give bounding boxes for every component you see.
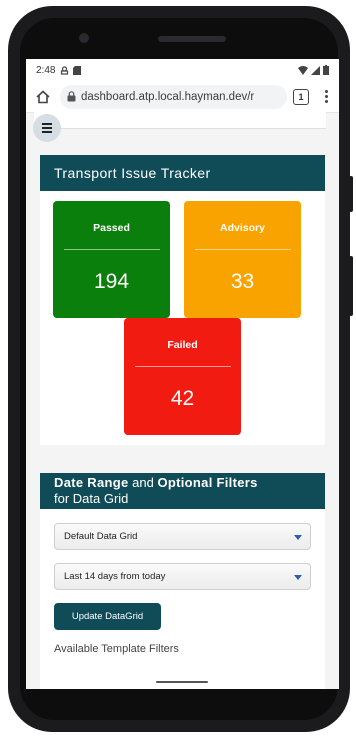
data-grid-select-value: Default Data Grid [64,531,138,542]
volume-button [349,176,353,212]
advisory-card[interactable]: Advisory 33 [184,201,301,318]
top-card [34,109,326,129]
hamburger-menu-icon[interactable] [33,114,61,142]
failed-card[interactable]: Failed 42 [124,318,241,435]
notification-icon [61,65,69,75]
address-bar[interactable]: dashboard.atp.local.hayman.dev/r [60,84,287,109]
tracker-title: Transport Issue Tracker [40,155,325,191]
gesture-bar [156,681,208,683]
earpiece-speaker [158,36,226,42]
browser-menu-icon[interactable] [319,90,333,103]
advisory-label: Advisory [220,222,265,234]
device-screen: 2:48 dashboard.atp.local.hayman.dev/r 1 … [26,59,339,689]
template-filters-label: Available Template Filters [54,643,179,655]
battery-icon [323,65,329,75]
home-icon[interactable] [32,86,54,108]
date-range-select[interactable]: Last 14 days from today [54,563,311,590]
sd-card-icon [73,65,82,75]
wifi-icon [298,65,308,75]
tab-switcher-button[interactable]: 1 [293,88,309,105]
card-divider [194,249,291,250]
chevron-down-icon [294,535,302,540]
status-time: 2:48 [36,64,56,76]
card-divider [63,249,160,250]
passed-count: 194 [93,270,130,293]
chevron-down-icon [294,575,302,580]
lock-icon [67,91,76,102]
data-grid-select[interactable]: Default Data Grid [54,523,311,550]
passed-label: Passed [93,222,130,234]
advisory-count: 33 [230,270,255,293]
update-datagrid-button[interactable]: Update DataGrid [54,603,161,630]
failed-label: Failed [167,339,198,351]
url-text: dashboard.atp.local.hayman.dev/r [81,90,255,103]
filters-panel: Date Range and Optional Filters for Data… [40,473,325,689]
failed-count: 42 [170,387,195,410]
power-button [349,256,353,316]
tracker-panel: Transport Issue Tracker Passed 194 Advis… [40,155,325,445]
date-range-select-value: Last 14 days from today [64,571,166,582]
card-divider [134,366,231,367]
front-camera [79,33,89,43]
status-bar: 2:48 [26,59,339,81]
passed-card[interactable]: Passed 194 [53,201,170,318]
page-content: Transport Issue Tracker Passed 194 Advis… [26,109,339,689]
filters-title: Date Range and Optional Filters for Data… [40,473,325,509]
signal-icon [311,65,320,75]
